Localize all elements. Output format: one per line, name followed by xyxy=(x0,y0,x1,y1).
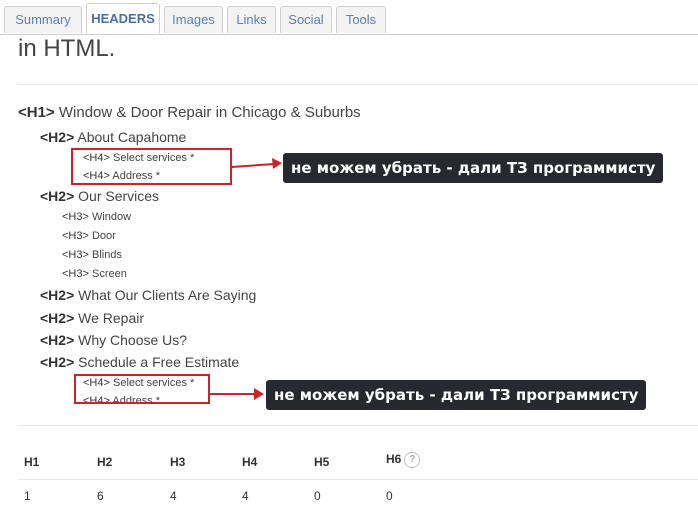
stats-value-h5: 0 xyxy=(314,489,321,503)
heading-h3: <H3> Screen xyxy=(62,268,127,280)
stats-header-h3: H3 xyxy=(170,455,186,469)
help-icon[interactable]: ? xyxy=(404,452,421,468)
tab-images[interactable]: Images xyxy=(164,6,223,33)
heading-h2: <H2> About Capahome xyxy=(40,129,187,145)
heading-h2: <H2> Our Services xyxy=(40,188,160,204)
tab-bar: Summary HEADERS Images Links Social Tool… xyxy=(0,0,698,35)
tab-headers[interactable]: HEADERS xyxy=(86,3,160,34)
stats-header-h1: H1 xyxy=(24,455,40,469)
stats-value-h6: 0 xyxy=(386,489,393,503)
annotation-callout: не можем убрать - дали ТЗ программисту xyxy=(283,153,664,183)
heading-h2: <H2> What Our Clients Are Saying xyxy=(40,287,257,303)
divider xyxy=(18,84,698,85)
stats-header-h6: H6? xyxy=(386,452,421,468)
stats-value-h3: 4 xyxy=(170,489,177,503)
tab-social[interactable]: Social xyxy=(280,6,332,33)
heading-h3: <H3> Blinds xyxy=(62,249,122,261)
annotation-callout: не можем убрать - дали ТЗ программисту xyxy=(266,380,647,410)
arrow-icon xyxy=(232,158,282,169)
highlight-box xyxy=(74,374,210,404)
stats-value-h2: 6 xyxy=(97,489,104,503)
tab-summary[interactable]: Summary xyxy=(4,6,82,33)
tab-links[interactable]: Links xyxy=(227,6,276,33)
stats-header-h2: H2 xyxy=(97,455,113,469)
heading-h3: <H3> Window xyxy=(62,211,132,223)
tab-tools[interactable]: Tools xyxy=(336,6,386,33)
intro-text: in HTML. xyxy=(18,35,116,62)
stats-header-h4: H4 xyxy=(242,455,258,469)
stats-value-h1: 1 xyxy=(24,489,31,503)
heading-h1: <H1> Window & Door Repair in Chicago & S… xyxy=(18,104,361,121)
divider xyxy=(18,479,698,480)
arrow-icon xyxy=(210,388,264,400)
heading-h2: <H2> We Repair xyxy=(40,310,145,326)
stats-header-h5: H5 xyxy=(314,455,330,469)
heading-h2: <H2> Schedule a Free Estimate xyxy=(40,354,240,370)
heading-h2: <H2> Why Choose Us? xyxy=(40,332,188,348)
highlight-box xyxy=(71,148,232,185)
stats-value-h4: 4 xyxy=(242,489,249,503)
divider xyxy=(18,425,698,426)
heading-h3: <H3> Door xyxy=(62,230,116,242)
